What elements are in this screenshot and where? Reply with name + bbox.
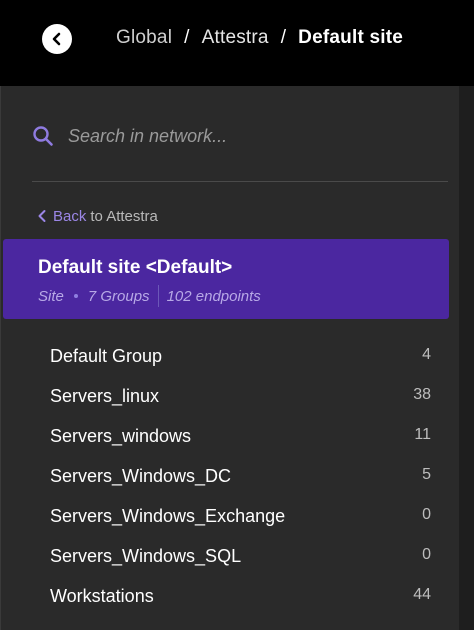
group-endpoint-count: 0 <box>422 546 431 563</box>
site-group-count: 7 Groups <box>87 287 150 305</box>
breadcrumb-separator: / <box>184 27 190 48</box>
breadcrumb-separator: / <box>280 27 287 48</box>
group-endpoint-count: 5 <box>422 466 431 483</box>
site-type: Site <box>38 287 64 305</box>
scrollbar[interactable] <box>459 86 474 630</box>
search-icon <box>33 126 53 146</box>
back-link-label[interactable]: Back <box>53 208 86 225</box>
group-endpoint-count: 4 <box>422 346 431 363</box>
selected-site-card[interactable]: Default site <Default> Site 7 Groups 102… <box>3 239 449 319</box>
meta-divider <box>157 285 159 307</box>
group-endpoint-count: 38 <box>413 386 431 403</box>
group-endpoint-count: 44 <box>413 586 431 603</box>
search-input[interactable] <box>68 123 428 149</box>
site-endpoint-count: 102 endpoints <box>166 287 261 305</box>
back-link[interactable]: Back to Attestra <box>37 206 158 226</box>
group-name: Servers_windows <box>50 426 192 446</box>
group-name: Servers_Windows_Exchange <box>50 506 286 526</box>
group-name: Servers_Windows_SQL <box>50 546 242 566</box>
divider <box>32 181 448 182</box>
search-bar <box>32 122 448 150</box>
breadcrumb: Global / Attestra / Default site <box>116 26 403 50</box>
group-item[interactable]: Servers_Windows_DC 5 <box>1 457 459 497</box>
group-endpoint-count: 0 <box>422 506 431 523</box>
site-meta: Site 7 Groups 102 endpoints <box>38 285 261 307</box>
back-button[interactable] <box>42 24 72 54</box>
group-list: Default Group 4 Servers_linux 38 Servers… <box>1 337 459 617</box>
group-name: Default Group <box>50 346 163 366</box>
group-item[interactable]: Servers_Windows_Exchange 0 <box>1 497 459 537</box>
breadcrumb-global[interactable]: Global <box>116 27 172 49</box>
meta-dot <box>73 294 78 298</box>
group-item[interactable]: Servers_linux 38 <box>1 377 459 417</box>
site-title: Default site <Default> <box>38 257 233 278</box>
group-item[interactable]: Servers_Windows_SQL 0 <box>1 537 459 577</box>
group-item[interactable]: Servers_windows 11 <box>1 417 459 457</box>
chevron-left-icon <box>52 32 61 46</box>
group-name: Servers_linux <box>50 386 160 406</box>
breadcrumb-current: Default site <box>298 27 403 48</box>
group-name: Servers_Windows_DC <box>50 466 232 486</box>
top-bar: Global / Attestra / Default site <box>0 0 474 86</box>
group-endpoint-count: 11 <box>414 426 431 443</box>
group-item[interactable]: Default Group 4 <box>1 337 459 377</box>
group-name: Workstations <box>50 586 154 606</box>
network-panel: Back to Attestra Default site <Default> … <box>0 86 459 630</box>
group-item[interactable]: Workstations 44 <box>1 577 459 617</box>
chevron-left-icon <box>38 210 46 222</box>
back-link-target: to Attestra <box>90 207 158 225</box>
breadcrumb-attestra[interactable]: Attestra <box>202 27 269 49</box>
